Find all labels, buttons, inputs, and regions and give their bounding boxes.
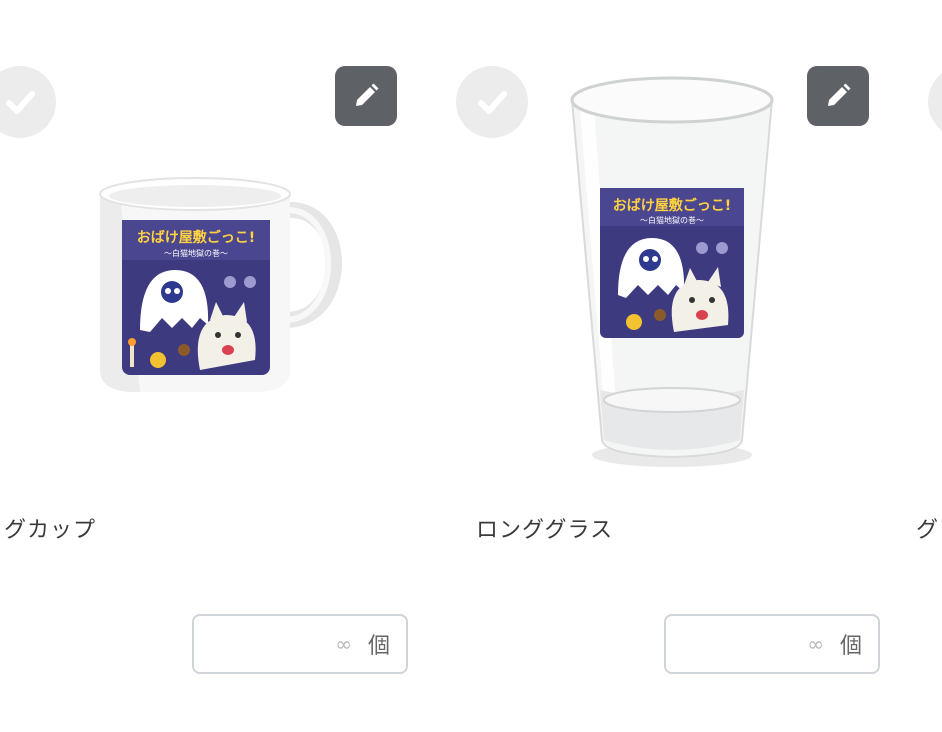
long-glass-image[interactable]: おばけ屋敷ごっこ! 〜白猫地獄の巻〜 [522,70,822,490]
select-checkbox[interactable] [928,66,942,138]
select-checkbox[interactable] [456,66,528,138]
glass-artwork-subtitle: 〜白猫地獄の巻〜 [640,215,704,225]
pencil-icon [828,83,851,106]
select-checkbox[interactable] [0,66,56,138]
product-card-long-glass[interactable]: おばけ屋敷ごっこ! 〜白猫地獄の巻〜 ロンググラス ∞ 個 [442,0,902,732]
mug-artwork-subtitle: 〜白猫地獄の巻〜 [164,248,228,258]
glass-artwork-title: おばけ屋敷ごっこ! [613,197,731,214]
quantity-unit: 個 [367,634,390,659]
mug-artwork-title: おばけ屋敷ごっこ! [137,229,255,246]
quantity-input[interactable]: ∞ 個 [664,614,880,674]
mug-image[interactable]: おばけ屋敷ごっこ! 〜白猫地獄の巻〜 [50,70,350,490]
quantity-unit: 個 [839,634,862,659]
product-name[interactable]: グ [916,512,939,544]
product-name[interactable]: グカップ [4,512,96,544]
quantity-placeholder: ∞ [335,632,352,656]
pencil-icon [356,83,379,106]
quantity-input[interactable]: ∞ 個 [192,614,408,674]
check-icon [6,91,35,114]
quantity-placeholder: ∞ [807,632,824,656]
product-grid: おばけ屋敷ごっこ! 〜白猫地獄の巻〜 グカップ ∞ 個 おばけ屋敷ごっこ! 〜白… [0,0,942,732]
check-icon [478,91,507,114]
product-card-mug[interactable]: おばけ屋敷ごっこ! 〜白猫地獄の巻〜 グカップ ∞ 個 [0,0,430,732]
product-name[interactable]: ロンググラス [476,512,613,544]
product-card-next[interactable]: グ [914,0,942,732]
